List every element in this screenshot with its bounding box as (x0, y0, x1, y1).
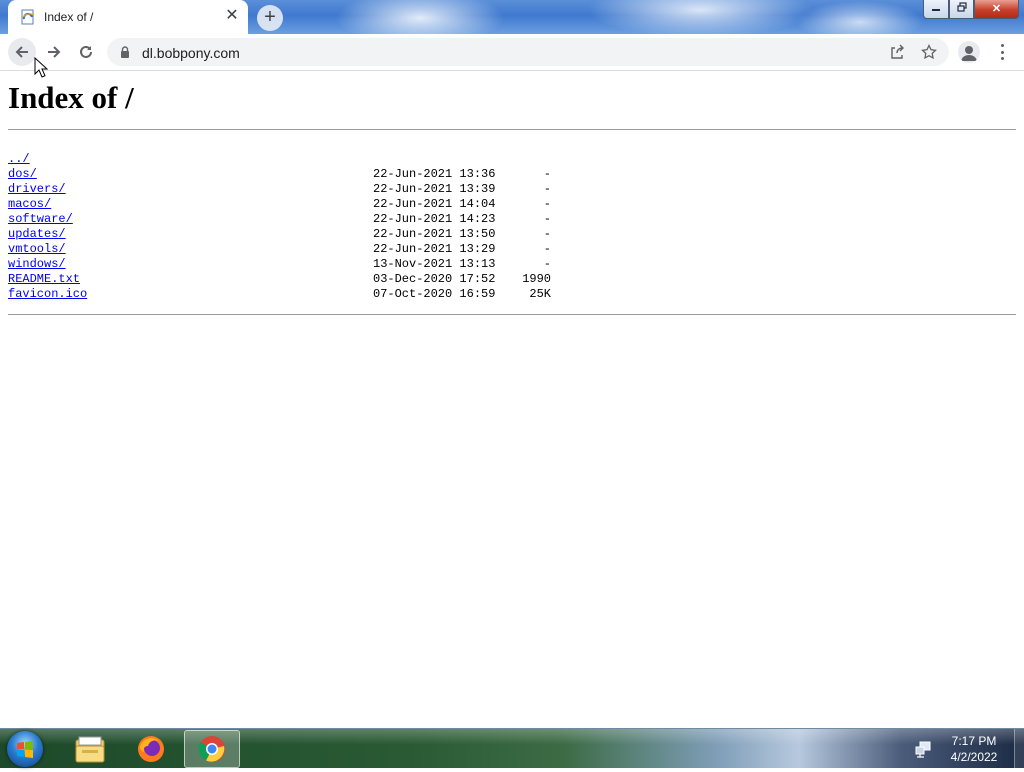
entry-link[interactable]: software/ (8, 212, 73, 227)
reload-icon (80, 45, 92, 58)
entry-size: - (543, 182, 551, 196)
browser-title-bar: Index of / ✕ + ✕ (0, 0, 1024, 34)
divider-top (8, 129, 1016, 130)
mouse-pointer-icon (34, 57, 48, 78)
firefox-icon (138, 736, 164, 762)
url-text[interactable]: dl.bobpony.com (142, 45, 240, 61)
entry-link[interactable]: ../ (8, 152, 30, 167)
entry-date: 22-Jun-2021 13:36 (373, 167, 496, 181)
address-bar[interactable]: dl.bobpony.com (107, 38, 949, 66)
entry-link[interactable]: README.txt (8, 272, 80, 287)
close-window-button[interactable]: ✕ (974, 0, 1019, 19)
entry-size: 25K (529, 287, 551, 301)
directory-listing: ../ dos/ 22-Jun-2021 13:36 - drivers/ 22… (8, 152, 568, 302)
entry-size: 1990 (522, 272, 551, 286)
listing-row: favicon.ico 07-Oct-2020 16:59 25K (8, 287, 568, 302)
bookmark-star-icon[interactable] (921, 44, 937, 60)
entry-link[interactable]: updates/ (8, 227, 66, 242)
network-icon[interactable] (914, 740, 932, 758)
divider-bottom (8, 314, 1016, 315)
entry-link[interactable]: drivers/ (8, 182, 66, 197)
listing-row: windows/ 13-Nov-2021 13:13 - (8, 257, 568, 272)
minimize-icon (932, 9, 940, 11)
entry-date: 22-Jun-2021 13:39 (373, 182, 496, 196)
tab-index-of[interactable]: Index of / ✕ (8, 0, 248, 34)
entry-link[interactable]: macos/ (8, 197, 51, 212)
entry-date: 13-Nov-2021 13:13 (373, 257, 496, 271)
entry-date: 22-Jun-2021 13:50 (373, 227, 496, 241)
tab-title: Index of / (44, 10, 94, 24)
windows-explorer-icon (75, 736, 105, 763)
browser-menu-button[interactable] (994, 42, 1010, 62)
entry-date: 22-Jun-2021 14:23 (373, 212, 496, 226)
entry-date: 22-Jun-2021 13:29 (373, 242, 496, 256)
menu-dot (1000, 50, 1004, 54)
entry-size: - (543, 167, 551, 181)
taskbar-chrome-button[interactable] (184, 730, 240, 768)
menu-dot (1000, 44, 1004, 47)
person-icon (961, 46, 977, 61)
show-desktop-button[interactable] (1014, 729, 1024, 768)
entry-date: 07-Oct-2020 16:59 (373, 287, 496, 301)
lock-icon[interactable] (120, 46, 130, 58)
taskbar-explorer-button[interactable] (62, 730, 118, 768)
new-tab-button[interactable]: + (257, 5, 283, 31)
restore-button[interactable] (949, 0, 974, 19)
chrome-icon (198, 736, 225, 762)
minimize-button[interactable] (923, 0, 949, 19)
close-icon: ✕ (991, 3, 1002, 15)
system-clock[interactable]: 7:17 PM 4/2/2022 (936, 733, 1012, 765)
windows-logo-icon (17, 741, 33, 758)
share-icon[interactable] (889, 44, 905, 60)
windows-taskbar: 7:17 PM 4/2/2022 (0, 728, 1024, 768)
listing-row: vmtools/ 22-Jun-2021 13:29 - (8, 242, 568, 257)
back-button[interactable] (8, 38, 36, 66)
ie-document-icon (21, 9, 35, 25)
entry-size: - (543, 227, 551, 241)
browser-toolbar: dl.bobpony.com (0, 34, 1024, 71)
entry-link[interactable]: dos/ (8, 167, 37, 182)
listing-row: README.txt 03-Dec-2020 17:52 1990 (8, 272, 568, 287)
page-heading: Index of / (8, 80, 134, 115)
entry-link[interactable]: vmtools/ (8, 242, 66, 257)
restore-icon (956, 2, 967, 12)
listing-row: updates/ 22-Jun-2021 13:50 - (8, 227, 568, 242)
listing-row: ../ (8, 152, 568, 167)
entry-date: 22-Jun-2021 14:04 (373, 197, 496, 211)
listing-row: drivers/ 22-Jun-2021 13:39 - (8, 182, 568, 197)
arrow-left-icon (15, 46, 28, 58)
taskbar-firefox-button[interactable] (123, 730, 179, 768)
clock-time: 7:17 PM (951, 734, 997, 748)
entry-size: - (543, 242, 551, 256)
entry-size: - (543, 212, 551, 226)
reload-button[interactable] (72, 38, 100, 66)
web-page-content: Index of / ../ dos/ 22-Jun-2021 13:36 - … (0, 71, 1024, 728)
profile-avatar-button[interactable] (958, 41, 980, 63)
tab-close-icon[interactable]: ✕ (224, 8, 240, 24)
entry-link[interactable]: windows/ (8, 257, 66, 272)
entry-link[interactable]: favicon.ico (8, 287, 87, 302)
entry-size: - (543, 257, 551, 271)
listing-row: macos/ 22-Jun-2021 14:04 - (8, 197, 568, 212)
entry-size: - (543, 197, 551, 211)
listing-row: software/ 22-Jun-2021 14:23 - (8, 212, 568, 227)
listing-row: dos/ 22-Jun-2021 13:36 - (8, 167, 568, 182)
menu-dot (1000, 57, 1004, 60)
start-button[interactable] (7, 731, 43, 767)
entry-date: 03-Dec-2020 17:52 (373, 272, 496, 286)
clock-date: 4/2/2022 (950, 750, 998, 764)
arrow-right-icon (48, 46, 61, 58)
